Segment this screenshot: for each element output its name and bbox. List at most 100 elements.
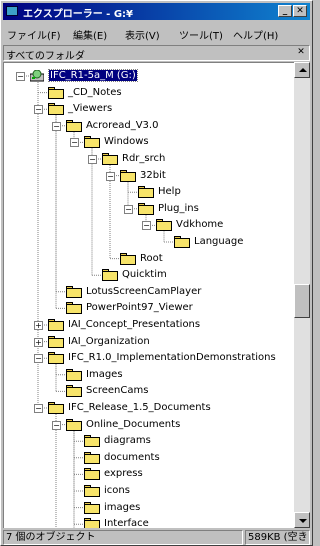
tree-node-label[interactable]: _Viewers	[67, 103, 113, 114]
cd-drive-icon	[29, 69, 45, 82]
tree-node[interactable]: − Acroread_V3.0	[4, 118, 294, 134]
folder-icon	[84, 518, 100, 528]
collapse-icon[interactable]: −	[52, 420, 61, 430]
tree-node[interactable]: icons	[4, 483, 294, 499]
tree-node-label[interactable]: IFC_Release_1.5_Documents	[67, 402, 212, 413]
tree-node[interactable]: Language	[4, 234, 294, 250]
tree-node[interactable]: Interface	[4, 516, 294, 528]
tree-node[interactable]: Help	[4, 184, 294, 200]
tree-node[interactable]: Root	[4, 251, 294, 267]
tree-node-label[interactable]: Images	[85, 369, 124, 380]
close-button[interactable]: ✕	[293, 5, 307, 17]
explorer-window: エクスプローラー - G:¥ _ ✕ ファイル(F) 編集(E) 表示(V) ツ…	[0, 0, 313, 546]
tree-node-label[interactable]: IAI_Organization	[67, 336, 151, 347]
minimize-button[interactable]: _	[278, 5, 292, 17]
tree-node-label[interactable]: IFC_R1.0_ImplementationDemonstrations	[67, 352, 277, 363]
tree-node[interactable]: documents	[4, 450, 294, 466]
expand-icon[interactable]: +	[34, 337, 43, 347]
tree-node-label[interactable]: Help	[157, 186, 182, 197]
status-bar: 7 個のオブジェクト 589KB (空き	[3, 530, 310, 545]
pane-close-icon[interactable]: ✕	[295, 47, 307, 59]
collapse-icon[interactable]: −	[34, 404, 43, 413]
folder-icon	[84, 501, 100, 514]
tree-node[interactable]: + IAI_Concept_Presentations	[4, 317, 294, 333]
expand-icon[interactable]: +	[34, 321, 43, 330]
folder-icon	[120, 252, 136, 265]
collapse-icon[interactable]: −	[16, 72, 25, 81]
tree-node[interactable]: ScreenCams	[4, 383, 294, 399]
tree-node-label[interactable]: icons	[103, 485, 131, 496]
collapse-icon[interactable]: −	[34, 105, 43, 115]
tree-node-label[interactable]: Quicktim	[121, 269, 168, 280]
tree-node[interactable]: − Vdkhome	[4, 217, 294, 233]
tree-node[interactable]: − IFC_Release_1.5_Documents	[4, 400, 294, 416]
status-free-space: 589KB (空き	[245, 530, 310, 545]
tree-node-label[interactable]: LotusScreenCamPlayer	[85, 286, 202, 297]
tree-node-label[interactable]: Root	[139, 253, 164, 264]
tree-node[interactable]: + IAI_Organization	[4, 334, 294, 350]
tree-node[interactable]: images	[4, 500, 294, 516]
tree-node-label[interactable]: PowerPoint97_Viewer	[85, 302, 194, 313]
tree-node[interactable]: _CD_Notes	[4, 85, 294, 101]
tree-node[interactable]: − Windows	[4, 134, 294, 150]
menu-tools[interactable]: ツール(T)	[179, 27, 223, 42]
collapse-icon[interactable]: −	[34, 354, 43, 364]
tree-node[interactable]: LotusScreenCamPlayer	[4, 284, 294, 300]
tree-node-label[interactable]: express	[103, 468, 144, 479]
tree-node[interactable]: − IFC_R1-5a_M (G:)	[4, 68, 294, 84]
title-bar[interactable]: エクスプローラー - G:¥ _ ✕	[3, 3, 310, 20]
tree-node-label[interactable]: images	[103, 502, 141, 513]
folder-icon	[84, 451, 100, 464]
folder-icon	[66, 418, 82, 431]
window-title: エクスプローラー - G:¥	[23, 9, 133, 20]
tree-node-label[interactable]: _CD_Notes	[67, 87, 123, 98]
collapse-icon[interactable]: −	[142, 221, 151, 231]
tree-node[interactable]: express	[4, 466, 294, 482]
tree-node-label[interactable]: ScreenCams	[85, 385, 149, 396]
collapse-icon[interactable]: −	[70, 138, 79, 148]
tree-node-label[interactable]: IAI_Concept_Presentations	[67, 319, 201, 330]
scroll-up-button[interactable]	[294, 62, 310, 78]
tree-node[interactable]: Quicktim	[4, 267, 294, 283]
folder-icon	[102, 153, 118, 165]
folder-tree[interactable]: − IFC_R1-5a_M (G:) _CD_Notes − _Viewers − Acro…	[3, 62, 294, 528]
tree-node-label[interactable]: Plug_ins	[157, 203, 200, 214]
collapse-icon[interactable]: −	[106, 171, 115, 181]
tree-node[interactable]: − _Viewers	[4, 101, 294, 117]
tree-node-label[interactable]: Language	[193, 236, 244, 247]
collapse-icon[interactable]: −	[124, 204, 133, 214]
menu-edit[interactable]: 編集(E)	[73, 27, 107, 42]
menu-file[interactable]: ファイル(F)	[7, 27, 61, 42]
tree-node[interactable]: − Online_Documents	[4, 417, 294, 433]
tree-node[interactable]: − 32bit	[4, 168, 294, 184]
scroll-down-button[interactable]	[294, 512, 310, 528]
tree-node[interactable]: − Rdr_srch	[4, 151, 294, 167]
tree-node-label[interactable]: Acroread_V3.0	[85, 120, 159, 131]
tree-node-label[interactable]: Windows	[103, 136, 150, 147]
tree-node-label[interactable]: Online_Documents	[85, 419, 181, 430]
tree-node-label[interactable]: IFC_R1-5a_M (G:)	[48, 69, 138, 82]
collapse-icon[interactable]: −	[88, 155, 97, 164]
tree-node[interactable]: diagrams	[4, 433, 294, 449]
tree-node-label[interactable]: diagrams	[103, 435, 152, 446]
collapse-icon[interactable]: −	[52, 121, 61, 131]
tree-node-label[interactable]: documents	[103, 452, 161, 463]
folder-icon	[66, 385, 82, 398]
folder-icon	[48, 103, 64, 116]
folder-icon	[138, 186, 154, 199]
tree-node-label[interactable]: Vdkhome	[175, 219, 224, 230]
tree-node[interactable]: Images	[4, 367, 294, 383]
tree-node-label[interactable]: Rdr_srch	[121, 153, 166, 164]
menu-help[interactable]: ヘルプ(H)	[233, 27, 278, 42]
folder-icon	[66, 119, 82, 132]
scroll-thumb[interactable]	[294, 284, 310, 318]
pane-header-label: すべてのフォルダ	[6, 51, 85, 62]
folder-icon	[84, 468, 100, 481]
tree-node-label[interactable]: 32bit	[139, 170, 167, 181]
vertical-scrollbar[interactable]	[294, 62, 310, 528]
tree-node[interactable]: − Plug_ins	[4, 201, 294, 217]
tree-node[interactable]: PowerPoint97_Viewer	[4, 300, 294, 316]
tree-node-label[interactable]: Interface	[103, 518, 150, 528]
menu-view[interactable]: 表示(V)	[125, 27, 160, 42]
tree-node[interactable]: − IFC_R1.0_ImplementationDemonstrations	[4, 350, 294, 366]
